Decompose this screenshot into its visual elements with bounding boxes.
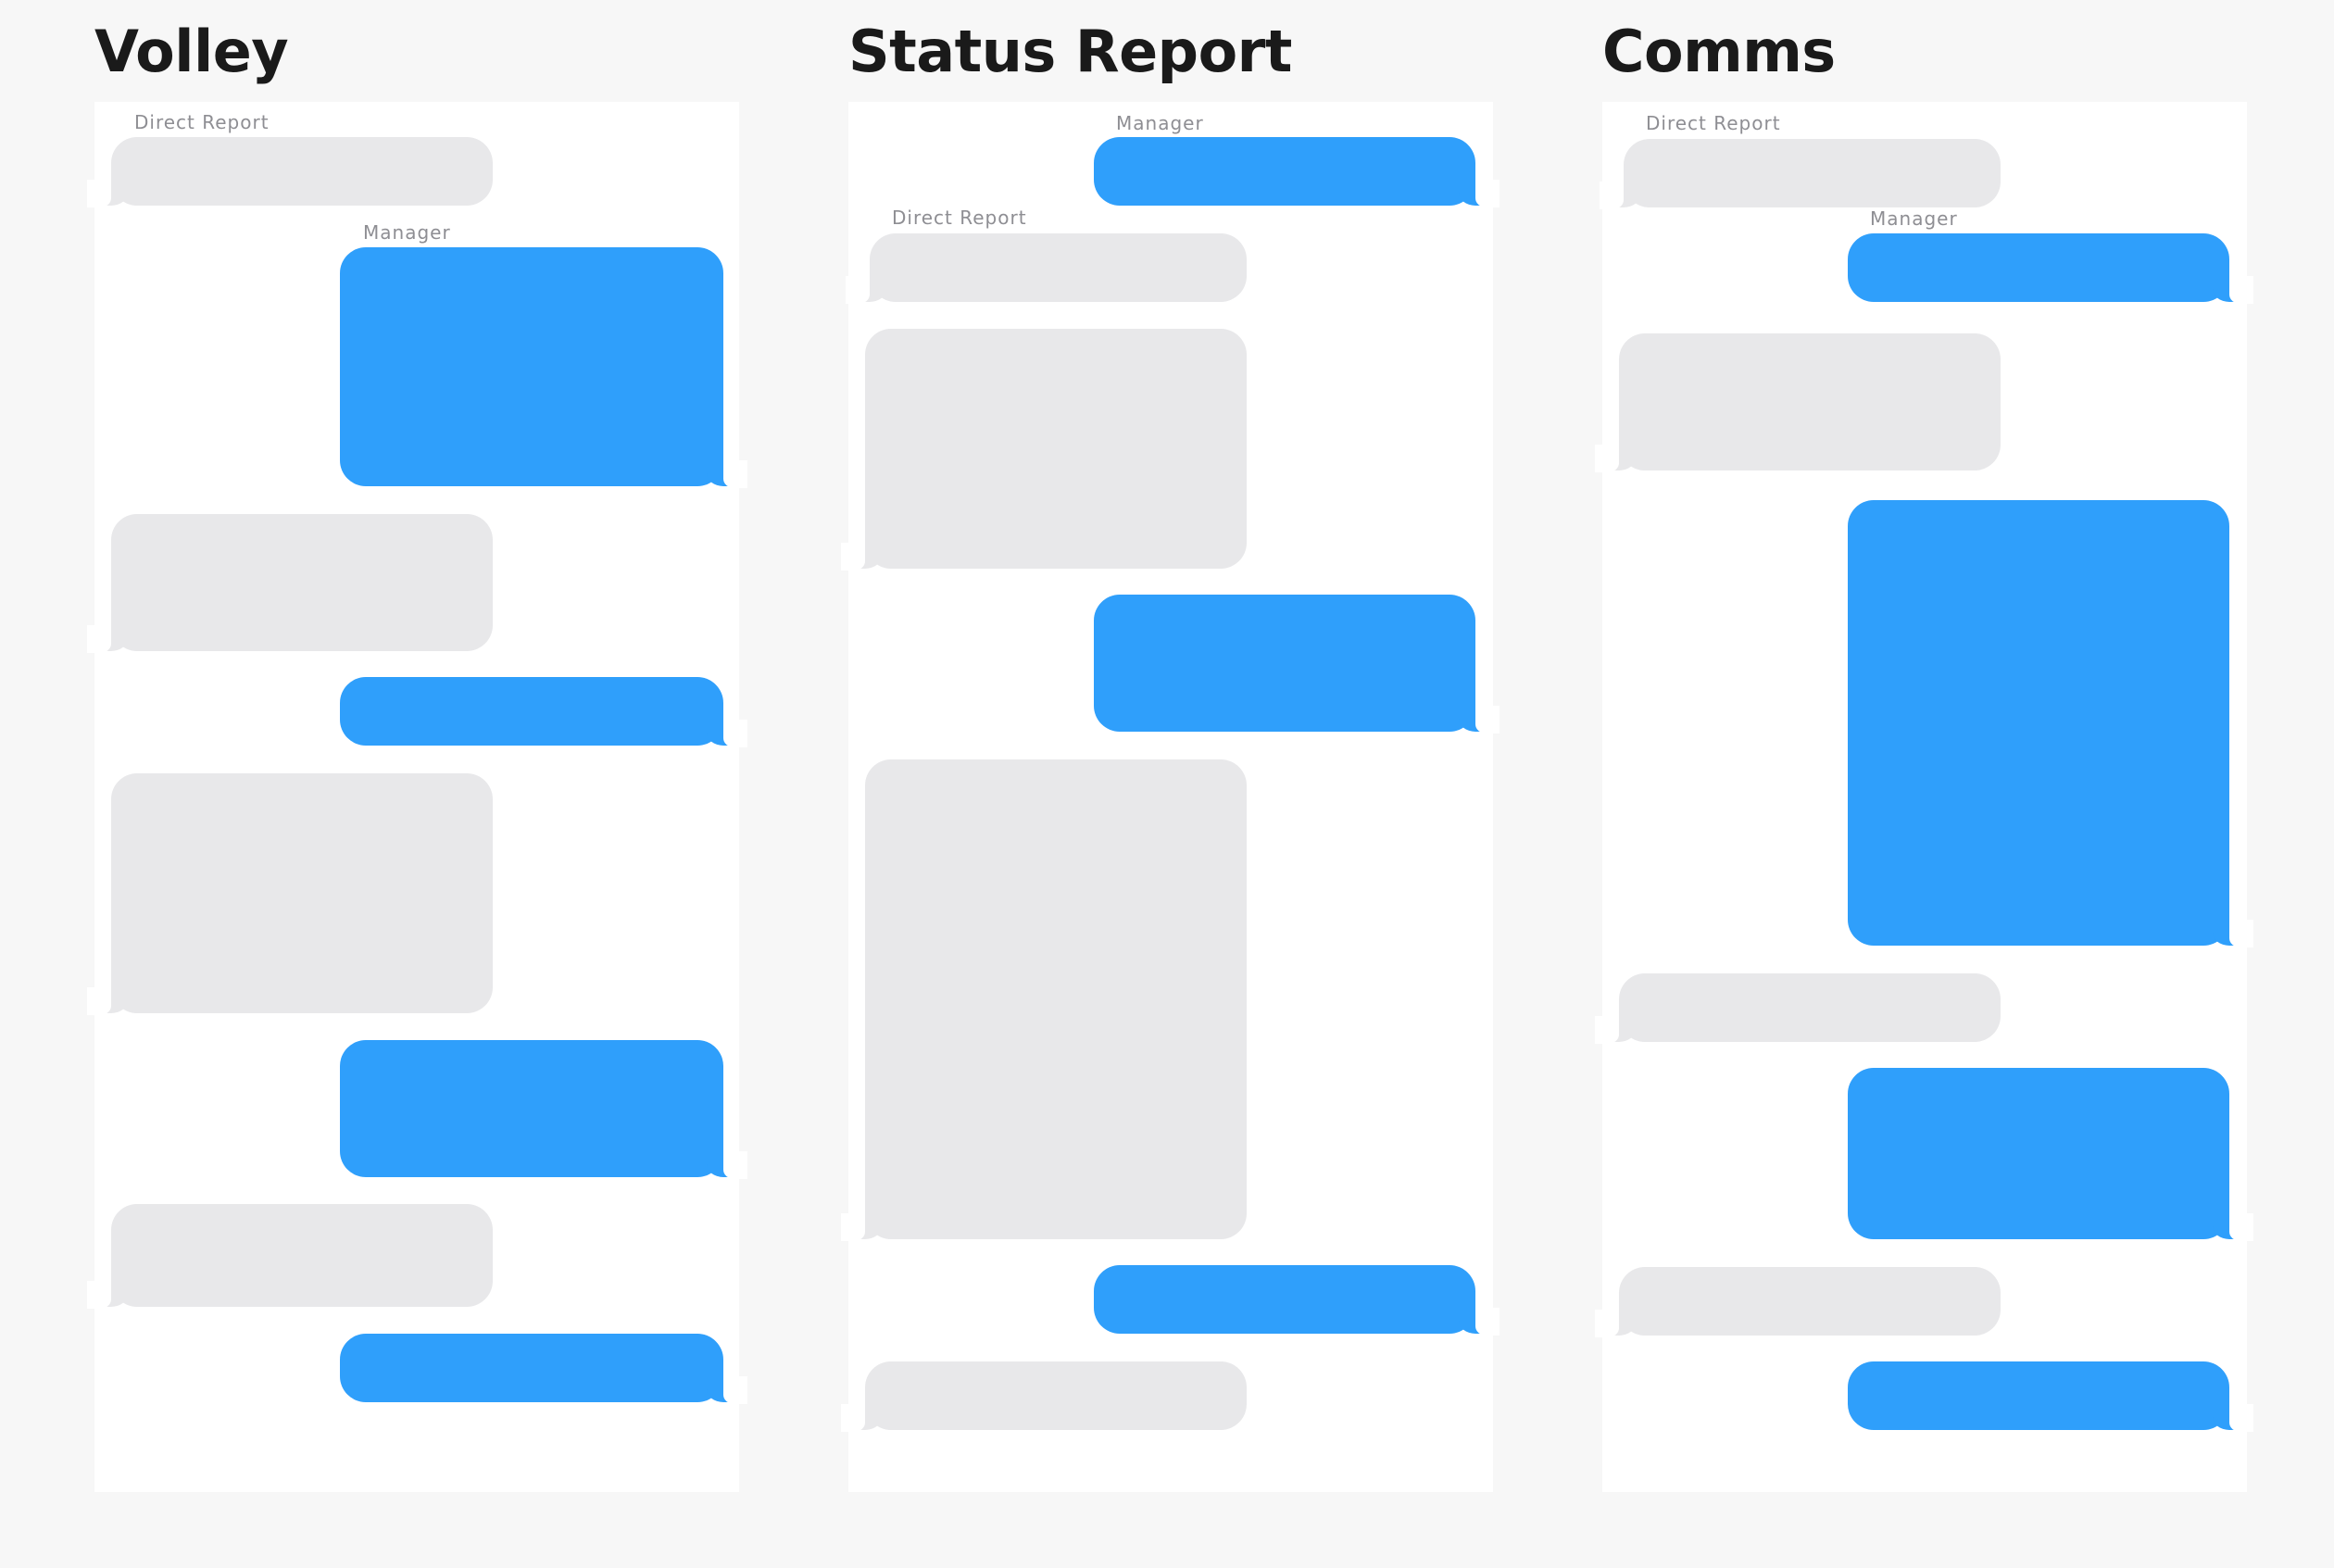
manager-message [1848, 233, 2253, 304]
manager-label: Manager [363, 221, 451, 244]
direct-report-label: Direct Report [892, 207, 1027, 229]
direct-report-message [87, 773, 493, 1015]
manager-message [1094, 595, 1500, 734]
direct-report-message [1595, 973, 2001, 1044]
manager-message [340, 1040, 747, 1179]
manager-message [340, 1334, 747, 1404]
manager-message [1094, 137, 1500, 207]
direct-report-message [1600, 139, 2001, 209]
direct-report-message [841, 1361, 1247, 1432]
status-report-title: Status Report [848, 18, 1292, 85]
direct-report-message [841, 759, 1247, 1241]
direct-report-message [87, 1204, 493, 1309]
manager-label: Manager [1870, 207, 1958, 230]
manager-label: Manager [1116, 112, 1204, 134]
manager-message [340, 677, 747, 747]
status-report-panel: Manager Direct Report [841, 102, 1500, 1492]
manager-message [1848, 500, 2253, 947]
direct-report-label: Direct Report [1646, 112, 1781, 134]
direct-report-message [1595, 1267, 2001, 1337]
manager-message [340, 247, 747, 488]
manager-message [1094, 1265, 1500, 1336]
direct-report-message [841, 329, 1247, 571]
direct-report-message [87, 514, 493, 653]
direct-report-message [1595, 333, 2001, 472]
manager-message [1848, 1361, 2253, 1432]
direct-report-message [87, 137, 493, 207]
comms-title: Comms [1602, 18, 1836, 85]
direct-report-label: Direct Report [134, 111, 270, 133]
volley-panel: Direct Report Manager [87, 102, 747, 1492]
manager-message [1848, 1068, 2253, 1241]
direct-report-message [846, 233, 1247, 304]
comms-panel: Direct Report Manager [1595, 102, 2253, 1492]
volley-title: Volley [94, 18, 289, 85]
